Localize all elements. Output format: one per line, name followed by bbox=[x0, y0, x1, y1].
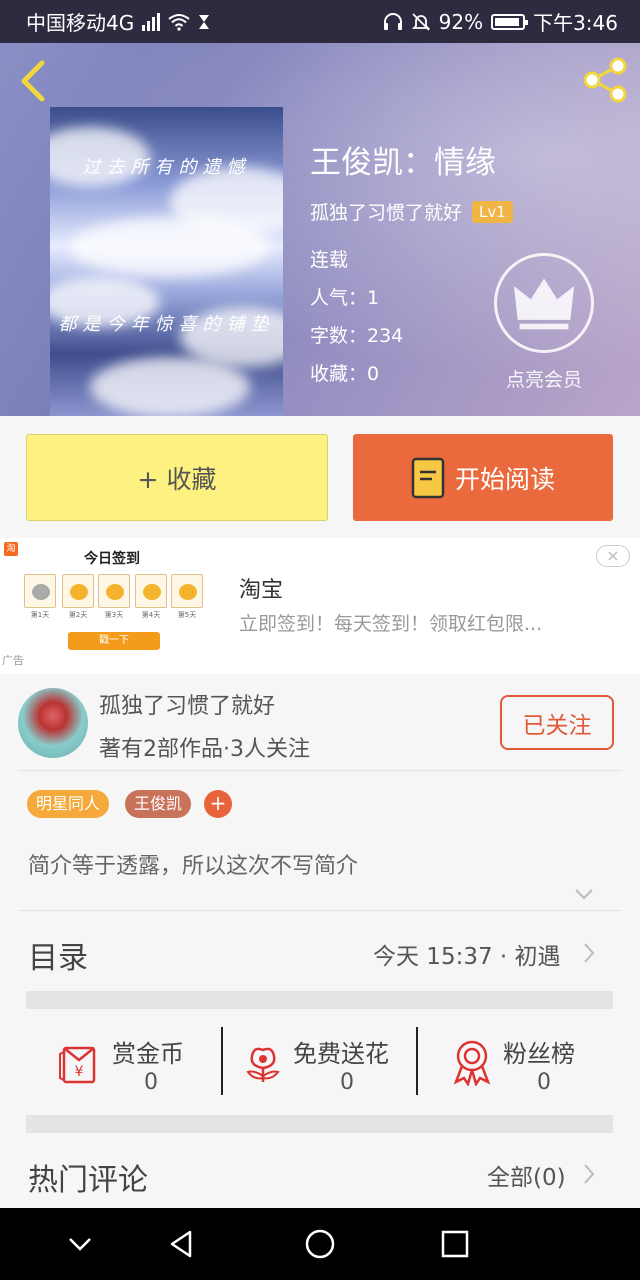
ad-image-title: 今日签到 bbox=[84, 551, 140, 567]
book-cover[interactable]: 过去所有的遗憾 都是今年惊喜的铺垫 bbox=[50, 107, 283, 416]
author-name[interactable]: 孤独了习惯了就好 bbox=[99, 688, 275, 720]
signal-icon bbox=[142, 12, 161, 31]
home-circle-icon[interactable] bbox=[302, 1226, 338, 1262]
book-author[interactable]: 孤独了习惯了就好 bbox=[310, 198, 462, 225]
back-button[interactable] bbox=[16, 59, 52, 103]
coin-day-3 bbox=[98, 574, 130, 608]
coin-day-1 bbox=[24, 574, 56, 608]
avatar[interactable] bbox=[18, 688, 88, 758]
wifi-icon bbox=[168, 13, 190, 31]
toc-latest-chapter[interactable]: 今天 15:37 · 初遇 bbox=[373, 937, 561, 971]
system-nav-bar bbox=[0, 1208, 640, 1280]
stat-value-coins: 0 bbox=[144, 1070, 158, 1095]
serial-status: 连载 bbox=[310, 249, 349, 271]
chevron-down-icon[interactable] bbox=[62, 1226, 98, 1262]
stat-label-coins[interactable]: 赏金币 bbox=[112, 1034, 184, 1069]
section-separator bbox=[26, 1115, 613, 1133]
recents-square-icon[interactable] bbox=[437, 1226, 473, 1262]
coin-day-4 bbox=[135, 574, 167, 608]
divider bbox=[416, 1027, 418, 1095]
book-intro: 简介等于透露，所以这次不写简介 bbox=[28, 854, 359, 879]
cover-text-bottom: 都是今年惊喜的铺垫 bbox=[58, 314, 275, 335]
stat-label-flowers[interactable]: 免费送花 bbox=[293, 1034, 389, 1069]
day-label: 第1天 bbox=[30, 611, 50, 619]
back-triangle-icon[interactable] bbox=[164, 1226, 200, 1262]
divider bbox=[18, 770, 622, 771]
author-stats: 著有2部作品·3人关注 bbox=[99, 737, 310, 762]
chevron-right-icon[interactable] bbox=[582, 941, 596, 965]
level-badge: Lv1 bbox=[472, 200, 513, 223]
tag-wangjunkai[interactable]: 王俊凯 bbox=[125, 790, 192, 818]
vip-label[interactable]: 点亮会员 bbox=[494, 365, 594, 392]
chevron-down-icon[interactable] bbox=[574, 884, 594, 904]
book-icon bbox=[411, 457, 445, 498]
divider bbox=[221, 1027, 223, 1095]
hot-comments-label: 热门评论 bbox=[28, 1163, 148, 1198]
coin-day-2 bbox=[62, 574, 94, 608]
ad-tag: 广告 bbox=[2, 654, 24, 667]
day-label: 第2天 bbox=[68, 611, 88, 619]
red-envelope-icon[interactable]: ¥ bbox=[56, 1040, 102, 1086]
chevron-right-icon[interactable] bbox=[582, 1162, 596, 1186]
day-label: 第4天 bbox=[141, 611, 161, 619]
ad-description[interactable]: 立即签到！每天签到！领取红包限... bbox=[239, 609, 542, 636]
ad-name[interactable]: 淘宝 bbox=[239, 572, 283, 604]
ad-cta-button[interactable]: 戳一下 bbox=[68, 632, 160, 650]
clock: 下午3:46 bbox=[533, 11, 618, 35]
start-reading-button[interactable]: 开始阅读 bbox=[353, 434, 613, 521]
coin-day-5 bbox=[171, 574, 203, 608]
all-comments-link[interactable]: 全部(0) bbox=[487, 1158, 566, 1192]
hourglass-icon bbox=[199, 14, 210, 29]
add-tag-button[interactable]: + bbox=[204, 790, 232, 818]
status-bar: 中国移动4G 92% 下午3:46 bbox=[0, 0, 640, 43]
headphones-icon bbox=[383, 12, 402, 30]
cover-text-top: 过去所有的遗憾 bbox=[82, 157, 251, 178]
mute-bell-icon bbox=[411, 12, 430, 31]
medal-icon[interactable] bbox=[450, 1038, 494, 1086]
stat-label-fan-rank[interactable]: 粉丝榜 bbox=[503, 1034, 575, 1069]
stat-value-fan-rank: 0 bbox=[537, 1070, 551, 1095]
taobao-logo-icon: 淘 bbox=[4, 542, 18, 556]
day-label: 第3天 bbox=[104, 611, 124, 619]
day-label: 第5天 bbox=[177, 611, 197, 619]
popularity: 人气：1 bbox=[310, 287, 380, 309]
toc-label[interactable]: 目录 bbox=[28, 933, 88, 977]
ad-banner[interactable]: 淘 今日签到 第1天 第2天 第3天 第4天 第5天 戳一下 广告 淘宝 立即签… bbox=[0, 538, 640, 674]
favorite-button[interactable]: + 收藏 bbox=[26, 434, 328, 521]
section-separator bbox=[26, 991, 613, 1009]
carrier-label: 中国移动4G bbox=[26, 11, 135, 35]
stat-value-flowers: 0 bbox=[340, 1070, 354, 1095]
battery-icon bbox=[491, 13, 529, 30]
ad-close-button[interactable]: × bbox=[596, 545, 630, 567]
word-count: 字数：234 bbox=[310, 325, 404, 347]
start-reading-label: 开始阅读 bbox=[454, 464, 555, 494]
divider bbox=[18, 910, 622, 911]
tag-star-fanfic[interactable]: 明星同人 bbox=[27, 790, 110, 818]
book-title: 王俊凯：情缘 bbox=[310, 145, 496, 181]
favorite-count: 收藏：0 bbox=[310, 363, 380, 385]
flower-icon[interactable] bbox=[240, 1040, 286, 1086]
crown-icon[interactable] bbox=[494, 253, 594, 353]
svg-text:¥: ¥ bbox=[75, 1064, 84, 1080]
share-button[interactable] bbox=[580, 55, 630, 105]
battery-percent: 92% bbox=[438, 9, 484, 34]
book-header: 过去所有的遗憾 都是今年惊喜的铺垫 王俊凯：情缘 孤独了习惯了就好 Lv1 连载… bbox=[0, 43, 640, 416]
follow-button[interactable]: 已关注 bbox=[500, 695, 614, 750]
